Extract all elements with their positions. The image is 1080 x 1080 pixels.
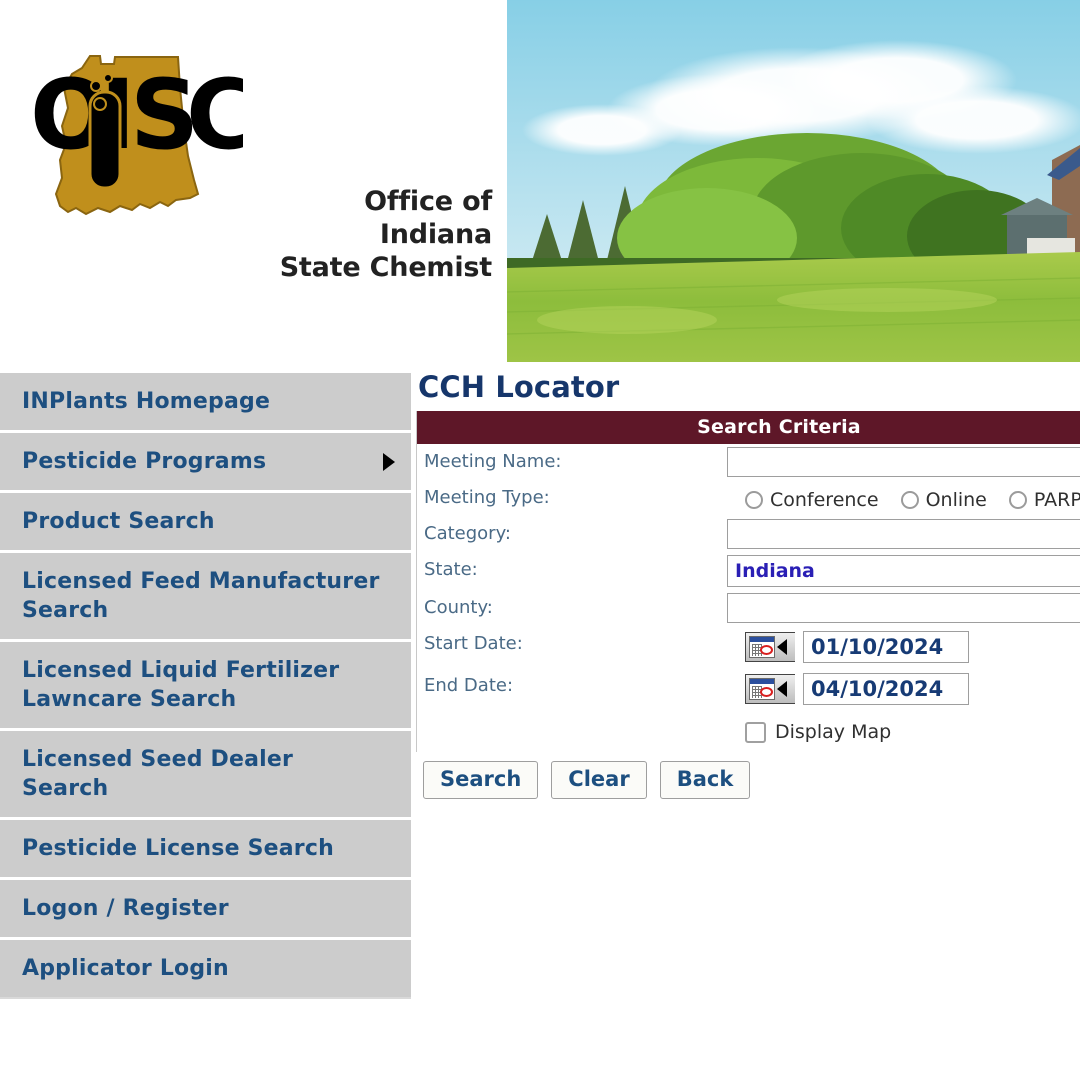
sidebar-item-label: Licensed Seed Dealer Search bbox=[22, 747, 294, 801]
meeting-type-radio-group: Conference Online PARP bbox=[727, 483, 1080, 513]
form-button-bar: Search Clear Back bbox=[416, 752, 1080, 799]
row-state: State: Indiana bbox=[417, 552, 1080, 590]
row-end-date: End Date: bbox=[417, 668, 1080, 710]
category-label: Category: bbox=[424, 523, 511, 544]
radio-option-conference[interactable]: Conference bbox=[745, 489, 879, 511]
site-header: O I S C Office of Indiana State Chemist bbox=[0, 0, 1080, 365]
oisc-logo-mark-icon: O I S C bbox=[28, 48, 243, 260]
sidebar-item-label: Pesticide Programs bbox=[22, 449, 267, 474]
sidebar-item-label: Applicator Login bbox=[22, 956, 229, 981]
row-meeting-name: Meeting Name: bbox=[417, 444, 1080, 480]
sidebar-item-inplants-homepage[interactable]: INPlants Homepage bbox=[0, 373, 411, 433]
sidebar-item-label: Product Search bbox=[22, 509, 215, 534]
sidebar-nav: INPlants Homepage Pesticide Programs Pro… bbox=[0, 373, 411, 999]
sidebar-item-licensed-seed-dealer-search[interactable]: Licensed Seed Dealer Search bbox=[0, 731, 411, 820]
county-input[interactable] bbox=[727, 593, 1080, 623]
sidebar-item-applicator-login[interactable]: Applicator Login bbox=[0, 940, 411, 997]
page-title: CCH Locator bbox=[418, 370, 620, 404]
chevron-right-icon bbox=[383, 452, 395, 471]
main-content: CCH Locator Search Criteria Meeting Name… bbox=[416, 370, 1080, 799]
calendar-icon bbox=[749, 636, 775, 658]
start-date-calendar-icon[interactable] bbox=[745, 632, 795, 662]
sidebar-item-label: Logon / Register bbox=[22, 896, 229, 921]
radio-label: PARP bbox=[1033, 489, 1080, 511]
clear-button[interactable]: Clear bbox=[551, 761, 647, 799]
checkbox-icon[interactable] bbox=[745, 721, 766, 743]
oisc-wordmark: Office of Indiana State Chemist bbox=[252, 185, 493, 284]
end-date-calendar-icon[interactable] bbox=[745, 674, 795, 704]
meeting-name-label: Meeting Name: bbox=[424, 451, 562, 472]
row-meeting-type: Meeting Type: Conference Online PARP bbox=[417, 480, 1080, 516]
radio-option-parp[interactable]: PARP bbox=[1008, 489, 1080, 511]
chevron-left-icon bbox=[777, 639, 787, 655]
meeting-type-label: Meeting Type: bbox=[424, 487, 550, 508]
radio-label: Online bbox=[925, 489, 987, 511]
sidebar-item-pesticide-license-search[interactable]: Pesticide License Search bbox=[0, 820, 411, 880]
wordmark-line-2: State Chemist bbox=[279, 252, 493, 283]
category-input[interactable] bbox=[727, 519, 1080, 549]
back-button[interactable]: Back bbox=[659, 761, 751, 799]
end-date-label: End Date: bbox=[424, 675, 514, 696]
radio-icon[interactable] bbox=[745, 491, 763, 509]
meeting-name-input[interactable] bbox=[727, 447, 1080, 477]
start-date-input[interactable] bbox=[803, 631, 969, 663]
end-date-input[interactable] bbox=[803, 673, 969, 705]
header-banner-image bbox=[507, 0, 1080, 362]
state-label: State: bbox=[424, 559, 478, 580]
sidebar-item-licensed-liquid-fertilizer-lawncare-search[interactable]: Licensed Liquid Fertilizer Lawncare Sear… bbox=[0, 642, 411, 731]
row-category: Category: bbox=[417, 516, 1080, 552]
radio-option-online[interactable]: Online bbox=[900, 489, 987, 511]
sidebar-item-logon-register[interactable]: Logon / Register bbox=[0, 880, 411, 940]
sidebar-item-licensed-feed-manufacturer-search[interactable]: Licensed Feed Manufacturer Search bbox=[0, 553, 411, 642]
row-display-map: Display Map bbox=[417, 710, 1080, 752]
calendar-icon bbox=[749, 678, 775, 700]
search-button[interactable]: Search bbox=[423, 761, 539, 799]
search-criteria-header: Search Criteria bbox=[417, 411, 1080, 444]
oisc-logo[interactable]: O I S C Office of Indiana State Chemist bbox=[18, 48, 492, 298]
wordmark-line-1: Office of Indiana bbox=[364, 186, 492, 250]
chevron-left-icon bbox=[777, 681, 787, 697]
radio-icon[interactable] bbox=[900, 491, 919, 509]
sidebar-item-label: INPlants Homepage bbox=[22, 389, 271, 414]
sidebar-item-product-search[interactable]: Product Search bbox=[0, 493, 411, 553]
display-map-checkbox-row[interactable]: Display Map bbox=[727, 713, 1080, 749]
radio-label: Conference bbox=[770, 489, 879, 511]
radio-icon[interactable] bbox=[1008, 491, 1027, 509]
sidebar-item-pesticide-programs[interactable]: Pesticide Programs bbox=[0, 433, 411, 493]
county-label: County: bbox=[424, 597, 493, 618]
sidebar-item-label: Licensed Feed Manufacturer Search bbox=[22, 569, 380, 623]
row-county: County: bbox=[417, 590, 1080, 626]
start-date-label: Start Date: bbox=[424, 633, 523, 654]
display-map-label: Display Map bbox=[775, 721, 892, 743]
state-select[interactable]: Indiana bbox=[727, 555, 1080, 587]
svg-text:C: C bbox=[186, 59, 243, 171]
display-map-spacer bbox=[417, 710, 727, 745]
sidebar-item-label: Pesticide License Search bbox=[22, 836, 334, 861]
sidebar-item-label: Licensed Liquid Fertilizer Lawncare Sear… bbox=[22, 658, 340, 712]
search-criteria-panel: Search Criteria Meeting Name: Meeting Ty… bbox=[416, 411, 1080, 752]
row-start-date: Start Date: bbox=[417, 626, 1080, 668]
